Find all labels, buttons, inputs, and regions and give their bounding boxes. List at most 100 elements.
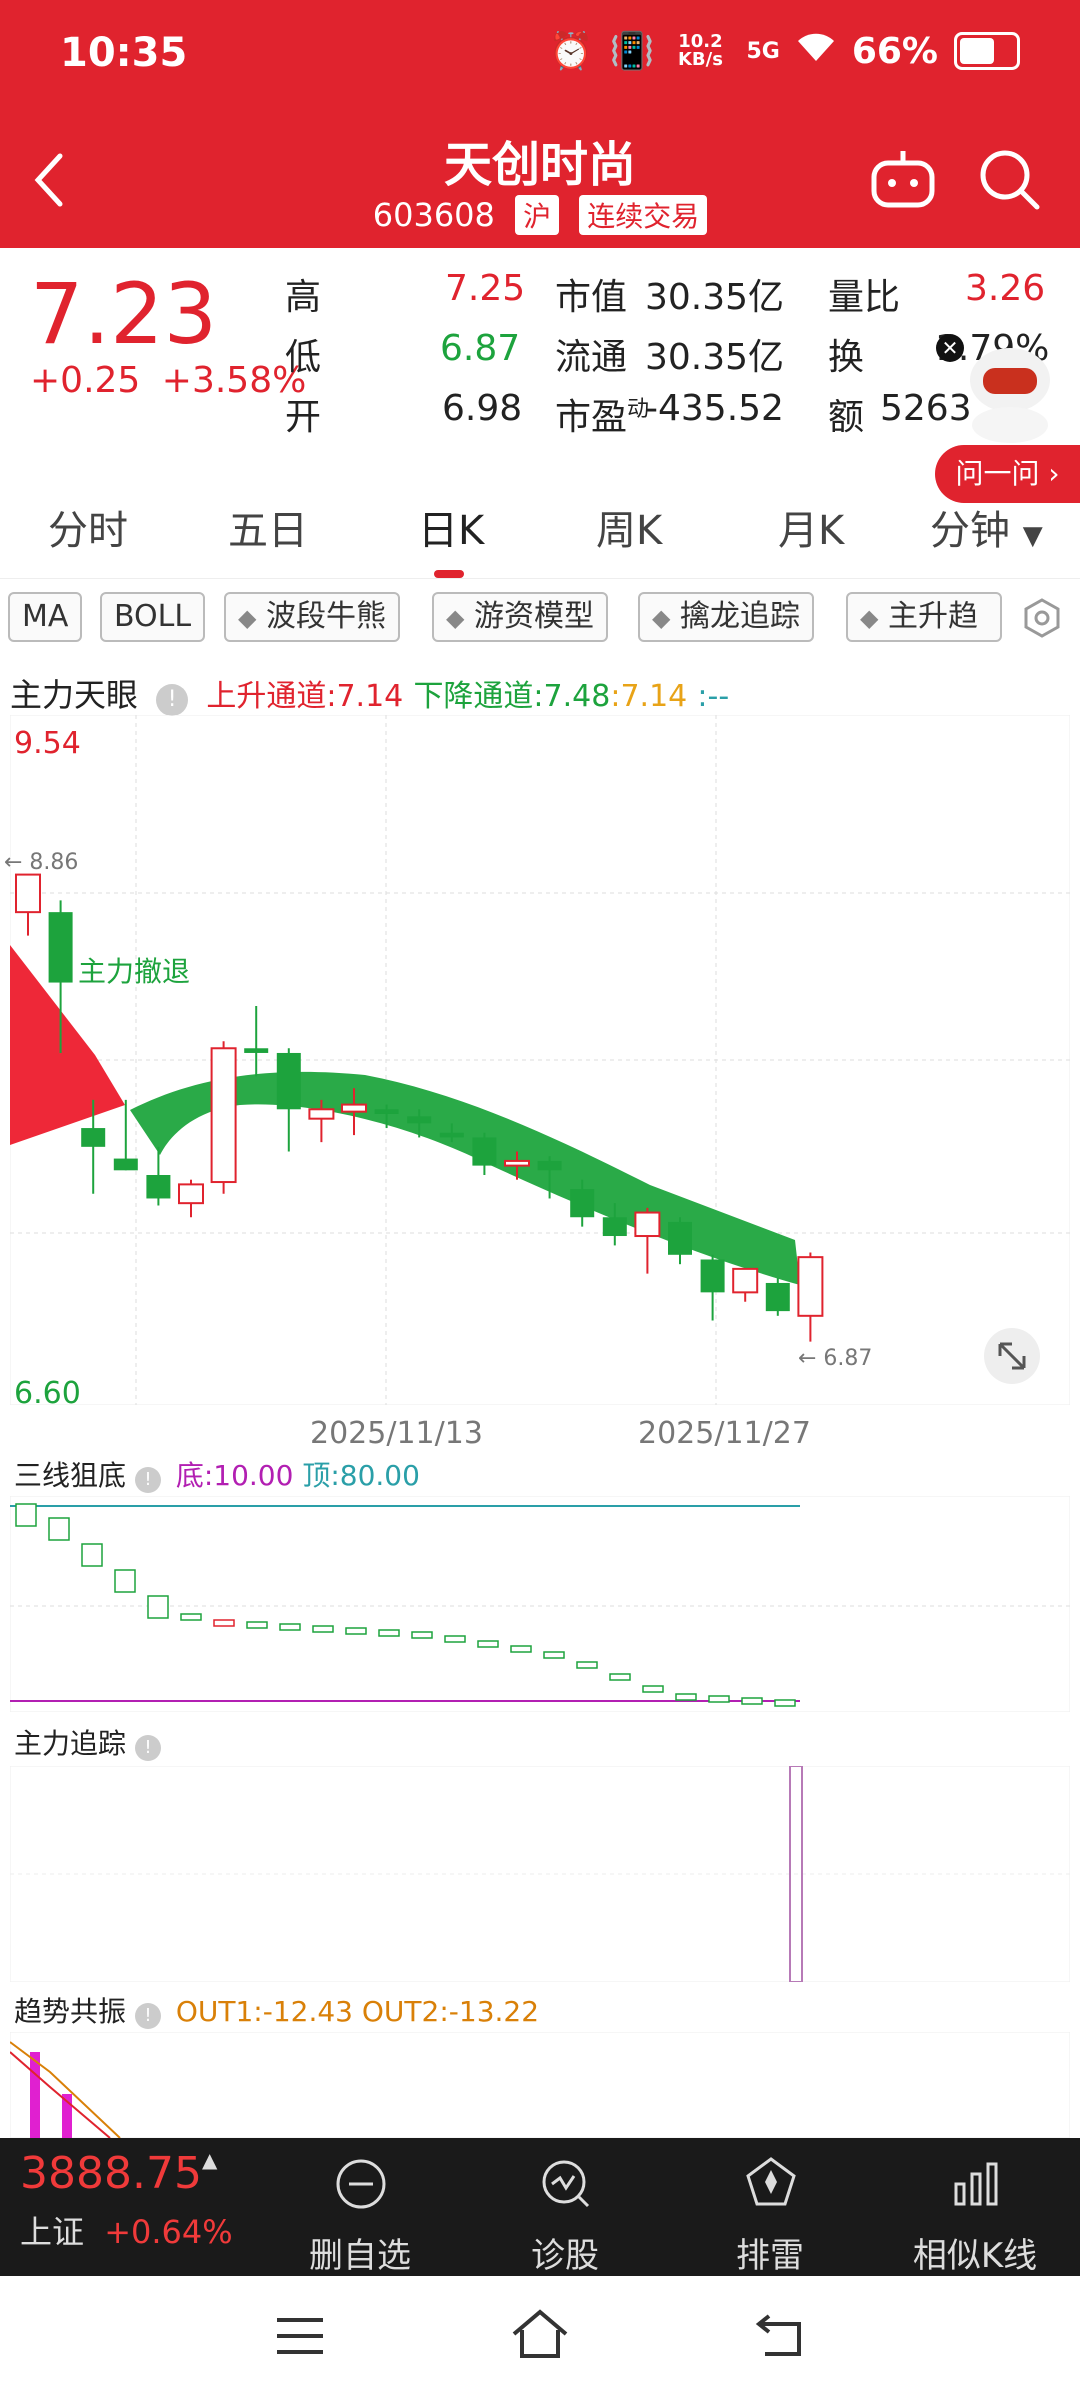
info-icon[interactable]: ! <box>134 2003 161 2029</box>
high-value: 7.25 <box>445 268 526 309</box>
index-widget[interactable]: 3888.75▲ 上证 +0.64% <box>20 2148 250 2268</box>
remove-watchlist-label: 删自选 <box>309 2236 411 2276</box>
net-speed: 10.2 KB/s <box>677 31 723 70</box>
status-time: 10:35 <box>60 30 188 76</box>
chip-hot-money[interactable]: ◆ 游资模型 <box>432 592 609 642</box>
battery-percent: 66% <box>851 30 938 72</box>
expand-button[interactable] <box>984 1328 1040 1384</box>
y-bottom-label: 6.60 <box>14 1376 81 1411</box>
stock-subtitle: 603608 沪 连续交易 <box>0 195 1080 235</box>
pe-label: 市盈动 <box>555 388 649 440</box>
open-label: 开 <box>285 397 322 438</box>
info-icon[interactable]: ! <box>156 684 189 716</box>
chip-wave-bull-bear[interactable]: ◆ 波段牛熊 <box>224 592 401 642</box>
low-value: 6.87 <box>440 328 521 369</box>
three-line-marker <box>609 1673 631 1681</box>
three-line-marker <box>543 1651 565 1659</box>
vibrate-icon: 📳 <box>609 31 655 72</box>
diagnose-icon <box>542 2160 590 2208</box>
candle-body <box>765 1282 790 1312</box>
candle-body <box>472 1137 497 1166</box>
three-line-marker <box>411 1631 433 1639</box>
tab-minute[interactable]: 分钟 ▼ <box>930 498 1043 556</box>
main-chart-legend: 主力天眼 ! 上升通道:7.14 下降通道:7.48:7.14 :-- <box>10 670 729 716</box>
menu-icon[interactable] <box>275 2314 325 2358</box>
alarm-icon: ⏰ <box>548 31 594 72</box>
candle-body <box>700 1259 725 1293</box>
info-icon[interactable]: ! <box>134 1467 161 1493</box>
candle-body <box>113 1158 138 1171</box>
three-line-chart <box>10 1496 1070 1712</box>
diamond-icon: ◆ <box>446 604 465 632</box>
chip-dragon-label: 擒龙追踪 <box>680 599 801 634</box>
panel2-legend: 三线狙底 ! 底:10.00 顶:80.00 <box>14 1454 420 1494</box>
candle-body <box>244 1048 269 1053</box>
status-icons: ⏰ 📳 10.2 KB/s 5G 66% <box>549 30 1020 72</box>
assistant-mascot[interactable]: ✕ <box>935 330 1080 445</box>
candle-body <box>81 1128 106 1147</box>
diagnose-button[interactable]: 诊股 <box>465 2138 665 2276</box>
kline-chart[interactable] <box>10 715 1070 1405</box>
tab-intraday[interactable]: 分时 <box>48 498 128 556</box>
panel4-title: 趋势共振 <box>14 1995 127 2028</box>
three-line-marker <box>510 1645 532 1653</box>
back-nav-icon[interactable] <box>755 2310 807 2358</box>
candle-body <box>341 1103 367 1113</box>
similar-kline-button[interactable]: 相似K线 <box>875 2138 1075 2276</box>
chip-boll[interactable]: BOLL <box>100 592 206 642</box>
diagnose-label: 诊股 <box>531 2236 599 2276</box>
candle-body <box>15 873 41 914</box>
stock-code: 603608 <box>372 196 495 234</box>
candle-body <box>570 1189 595 1218</box>
mine-sweep-button[interactable]: 排雷 <box>670 2138 870 2276</box>
index-name: 上证 <box>20 2213 85 2251</box>
info-icon[interactable]: ! <box>134 1735 161 1761</box>
amount-label: 额 <box>828 397 865 438</box>
candle-body <box>797 1256 824 1317</box>
similar-kline-label: 相似K线 <box>912 2236 1038 2276</box>
tab-five-day[interactable]: 五日 <box>228 498 308 556</box>
tab-daily-k[interactable]: 日K <box>418 498 484 556</box>
candle-body <box>374 1109 399 1114</box>
tab-weekly-k[interactable]: 周K <box>596 498 662 556</box>
diamond-icon: ◆ <box>860 604 879 632</box>
home-icon[interactable] <box>510 2308 570 2360</box>
tab-minute-label: 分钟 <box>930 508 1010 554</box>
system-nav-bar <box>0 2276 1080 2400</box>
date-label-2: 2025/11/27 <box>638 1416 811 1451</box>
three-line-marker <box>444 1635 466 1643</box>
y-top-label: 9.54 <box>14 726 81 761</box>
index-value: 3888.75▲ <box>20 2148 250 2199</box>
pe-label-text: 市盈 <box>555 397 628 438</box>
pe-value: -435.52 <box>645 388 784 429</box>
chip-dragon-track[interactable]: ◆ 擒龙追踪 <box>638 592 815 642</box>
trade-status-tag: 连续交易 <box>579 195 708 235</box>
three-line-marker <box>741 1697 763 1705</box>
panel2-top: 顶:80.00 <box>302 1459 420 1492</box>
bar-chart-icon <box>954 2162 998 2206</box>
three-line-marker <box>246 1621 268 1629</box>
three-line-marker <box>213 1619 235 1627</box>
date-label-1: 2025/11/13 <box>310 1416 483 1451</box>
candle-body <box>504 1159 530 1167</box>
trend-resonance-chart <box>10 2032 1070 2138</box>
settings-hexagon-icon <box>1024 598 1060 638</box>
candle-body <box>178 1183 204 1205</box>
tab-monthly-k[interactable]: 月K <box>778 498 844 556</box>
indicator-settings-button[interactable] <box>1020 596 1064 640</box>
chip-main-rise-label: 主升趋 <box>888 599 979 634</box>
index-change: +0.64% <box>104 2213 233 2251</box>
extra-value: :7.14 <box>610 679 688 714</box>
remove-watchlist-button[interactable]: 删自选 <box>260 2138 460 2276</box>
extra-dash: :-- <box>697 679 730 714</box>
three-line-marker <box>642 1685 664 1693</box>
mascot-icon: ✕ <box>936 334 1050 443</box>
three-line-marker <box>180 1613 202 1621</box>
candle-body <box>634 1211 661 1238</box>
chip-ma[interactable]: MA <box>8 592 83 642</box>
candle-body <box>308 1108 335 1120</box>
up-triangle-icon: ▲ <box>201 2148 218 2172</box>
change-value: +0.25 <box>30 360 141 401</box>
chip-main-rise[interactable]: ◆ 主升趋 <box>846 592 1002 642</box>
high-label: 高 <box>285 277 322 318</box>
